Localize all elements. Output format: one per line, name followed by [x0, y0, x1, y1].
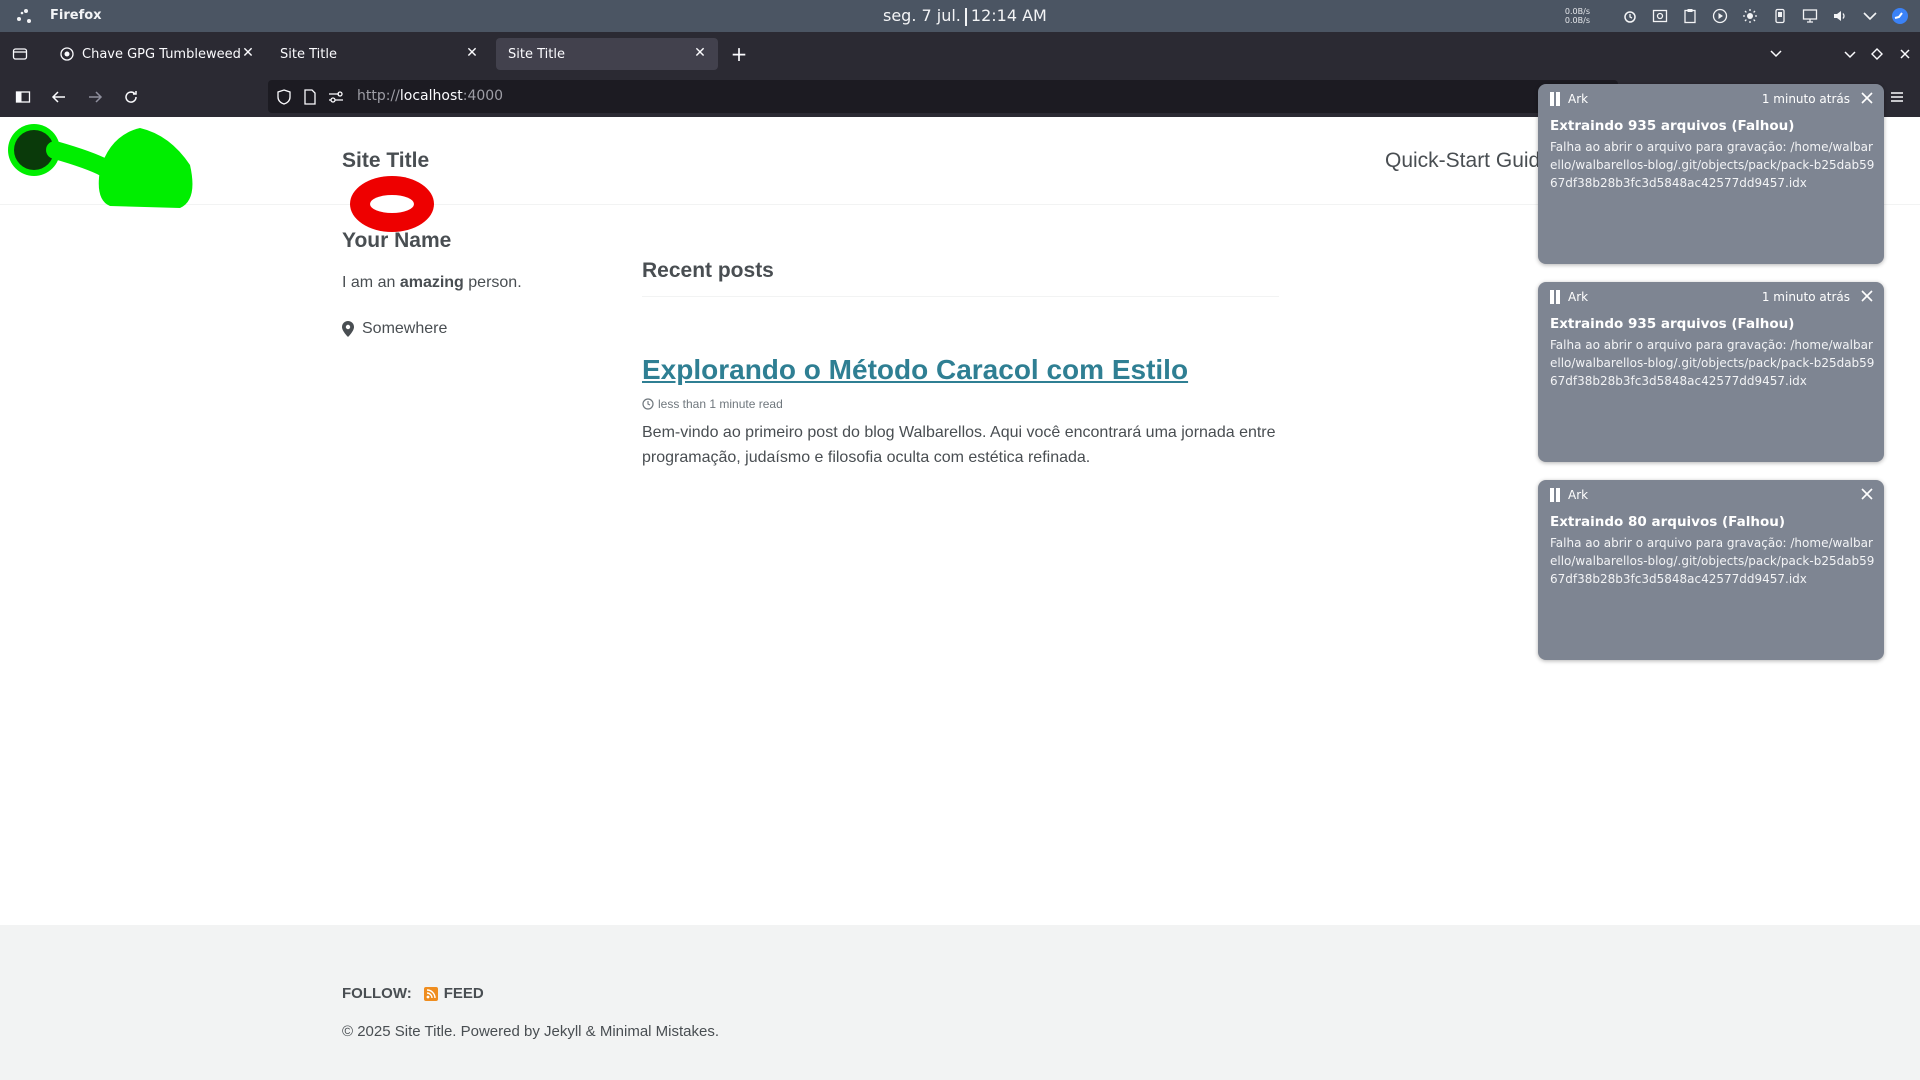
net-upload: 0.0B/s: [1564, 7, 1590, 16]
url-port: :4000: [462, 88, 504, 104]
app-menu-icon[interactable]: [14, 7, 34, 25]
close-icon[interactable]: [1858, 287, 1876, 305]
minimize-icon[interactable]: [1840, 44, 1860, 64]
bio-suffix: person.: [468, 274, 522, 291]
notification-card[interactable]: Ark Extraindo 80 arquivos (Falhou) Falha…: [1538, 480, 1884, 660]
follow-label: FOLLOW:: [342, 985, 412, 1002]
map-pin-icon: [342, 321, 354, 337]
nav-link-quick-start[interactable]: Quick-Start Guide: [1385, 149, 1552, 173]
brightness-icon[interactable]: [1740, 6, 1760, 26]
sidebar-toggle-icon[interactable]: [12, 86, 34, 108]
url-scheme: http://: [357, 88, 400, 104]
post-meta: less than 1 minute read: [642, 397, 783, 411]
ark-app-icon: [1550, 488, 1560, 502]
notification-card[interactable]: Ark 1 minuto atrás Extraindo 935 arquivo…: [1538, 84, 1884, 264]
shield-icon[interactable]: [275, 88, 293, 106]
notification-app: Ark: [1568, 488, 1589, 502]
clock-date: seg. 7 jul.: [883, 6, 961, 25]
system-panel: Firefox seg. 7 jul. 12:14 AM 0.0B/s 0.0B/…: [0, 0, 1920, 32]
browser-tabbar: Chave GPG Tumbleweed ✕ Site Title ✕ Site…: [0, 32, 1920, 76]
tab-chave-gpg[interactable]: Chave GPG Tumbleweed ✕: [48, 38, 266, 70]
firefox-view-icon[interactable]: [10, 44, 30, 64]
hamburger-menu-icon[interactable]: [1886, 86, 1908, 108]
media-play-icon[interactable]: [1710, 6, 1730, 26]
post-title-link[interactable]: Explorando o Método Caracol com Estilo: [642, 354, 1188, 386]
read-time: less than 1 minute read: [658, 397, 783, 411]
close-icon[interactable]: [1858, 89, 1876, 107]
volume-icon[interactable]: [1830, 6, 1850, 26]
notification-title: Extraindo 935 arquivos (Falhou): [1550, 316, 1795, 332]
tab-close-icon[interactable]: ✕: [692, 45, 708, 61]
site-title-link[interactable]: Site Title: [342, 149, 429, 173]
recent-posts-title: Recent posts: [642, 259, 774, 282]
location-text: Somewhere: [362, 320, 448, 337]
url-host: localhost: [399, 88, 463, 104]
reload-icon[interactable]: [120, 86, 142, 108]
notification-title: Extraindo 80 arquivos (Falhou): [1550, 514, 1785, 530]
follow-row: FOLLOW: FEED: [342, 985, 484, 1002]
system-tray: 0.0B/s 0.0B/s: [1565, 5, 1910, 27]
tab-site-title-2[interactable]: Site Title ✕: [496, 38, 718, 70]
bio-prefix: I am an: [342, 274, 396, 291]
list-all-tabs-icon[interactable]: [1766, 44, 1786, 64]
notification-body: Falha ao abrir o arquivo para gravação: …: [1550, 140, 1875, 190]
recent-posts-divider: [642, 296, 1279, 297]
active-app-name: Firefox: [50, 8, 102, 23]
author-bio: I am an amazing person.: [342, 274, 522, 292]
clock-icon: [642, 398, 654, 410]
author-location: Somewhere: [342, 320, 447, 338]
author-name: Your Name: [342, 229, 452, 252]
copyright: © 2025 Site Title. Powered by Jekyll & M…: [342, 1023, 720, 1040]
url-text[interactable]: http://localhost:4000: [357, 88, 503, 104]
url-bar[interactable]: http://localhost:4000: [268, 80, 1618, 113]
notification-app: Ark: [1568, 290, 1589, 304]
post-excerpt: Bem-vindo ao primeiro post do blog Walba…: [642, 424, 1276, 466]
clipboard-icon[interactable]: [1680, 6, 1700, 26]
display-icon[interactable]: [1800, 6, 1820, 26]
tab-label: Site Title: [280, 46, 337, 62]
notification-card[interactable]: Ark 1 minuto atrás Extraindo 935 arquivo…: [1538, 282, 1884, 462]
tab-close-icon[interactable]: ✕: [464, 45, 480, 61]
ark-app-icon: [1550, 290, 1560, 304]
close-window-icon[interactable]: [1895, 44, 1915, 64]
alarm-icon[interactable]: [1620, 6, 1640, 26]
steam-icon[interactable]: [1890, 6, 1910, 26]
notification-title: Extraindo 935 arquivos (Falhou): [1550, 118, 1795, 134]
page-footer: FOLLOW: FEED © 2025 Site Title. Powered …: [0, 925, 1920, 1080]
notification-app: Ark: [1568, 92, 1589, 106]
screenshot-icon[interactable]: [1650, 6, 1670, 26]
clock[interactable]: seg. 7 jul. 12:14 AM: [883, 6, 1047, 26]
clock-time: 12:14 AM: [970, 6, 1047, 25]
feed-label: FEED: [443, 985, 484, 1002]
phone-icon[interactable]: [1770, 6, 1790, 26]
clock-separator: [964, 7, 967, 26]
tab-label: Chave GPG Tumbleweed: [82, 46, 241, 62]
feed-link[interactable]: FEED: [423, 985, 484, 1002]
ark-app-icon: [1550, 92, 1560, 106]
net-download: 0.0B/s: [1564, 16, 1590, 25]
tab-favicon-icon: [60, 47, 74, 61]
page-info-icon[interactable]: [301, 88, 319, 106]
bio-bold: amazing: [399, 274, 464, 291]
permissions-icon[interactable]: [327, 88, 345, 106]
notification-body: Falha ao abrir o arquivo para gravação: …: [1550, 338, 1875, 388]
notification-time: 1 minuto atrás: [1761, 92, 1850, 106]
new-tab-button[interactable]: +: [729, 42, 749, 66]
forward-icon[interactable]: [84, 86, 106, 108]
network-speed[interactable]: 0.0B/s 0.0B/s: [1565, 7, 1590, 25]
back-icon[interactable]: [48, 86, 70, 108]
chevron-down-icon[interactable]: [1860, 6, 1880, 26]
maximize-icon[interactable]: [1867, 44, 1887, 64]
notification-body: Falha ao abrir o arquivo para gravação: …: [1550, 536, 1875, 586]
close-icon[interactable]: [1858, 485, 1876, 503]
tab-label: Site Title: [508, 46, 565, 62]
tab-close-icon[interactable]: ✕: [240, 45, 256, 61]
notification-time: 1 minuto atrás: [1761, 290, 1850, 304]
rss-icon: [423, 986, 438, 1001]
tab-site-title-1[interactable]: Site Title ✕: [268, 38, 490, 70]
